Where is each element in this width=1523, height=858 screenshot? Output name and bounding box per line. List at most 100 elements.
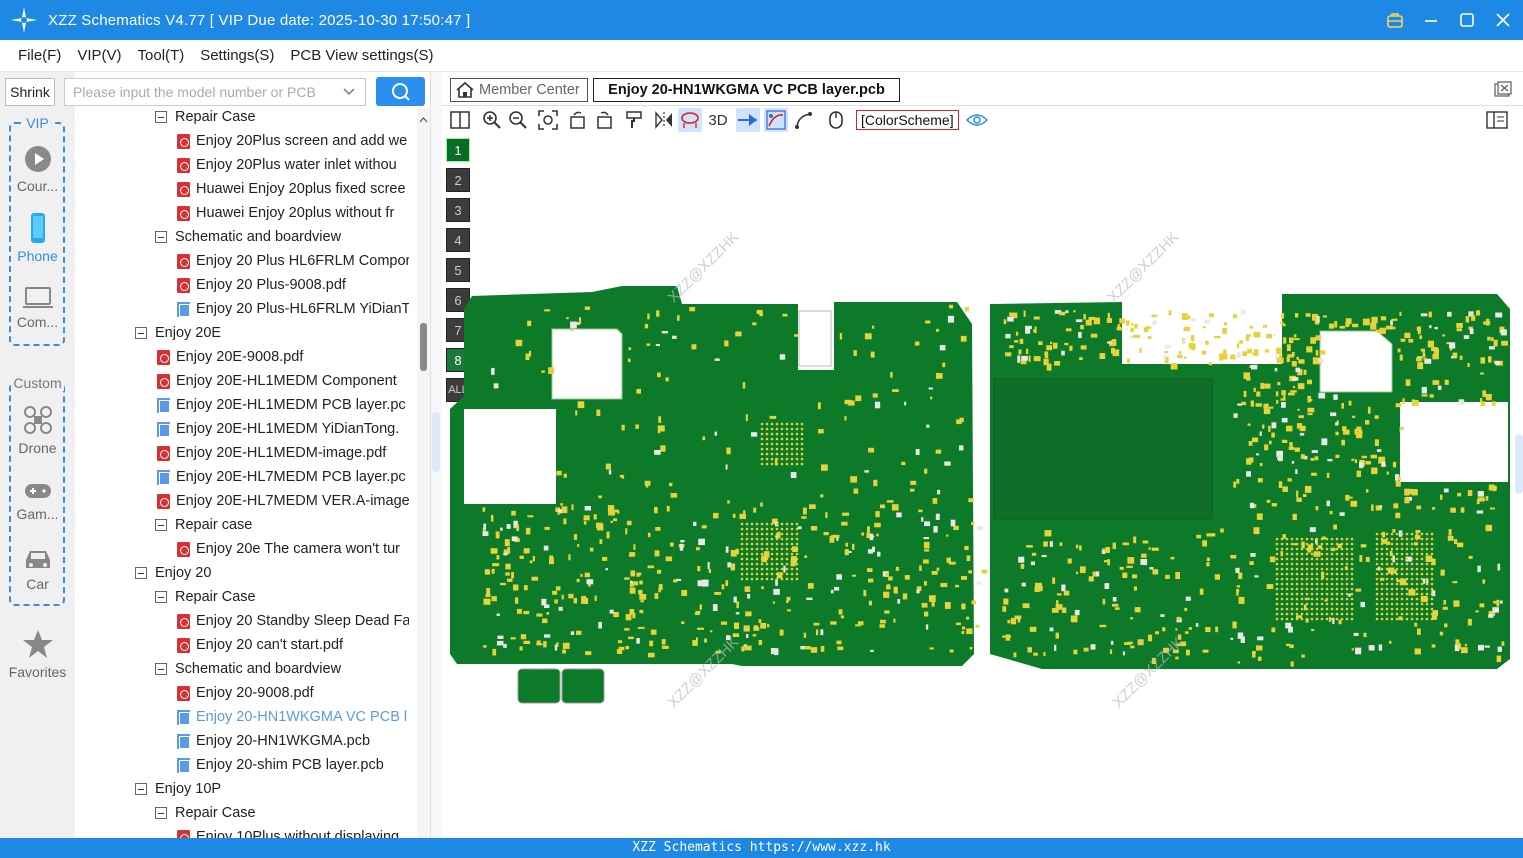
pcb-pad[interactable] (1249, 561, 1254, 565)
pcb-pad[interactable] (605, 568, 609, 571)
pcb-pad[interactable] (1304, 485, 1312, 493)
pcb-pad[interactable] (1253, 387, 1256, 392)
pcb-pad[interactable] (1395, 481, 1401, 487)
pcb-pad[interactable] (1404, 497, 1410, 504)
tree-file[interactable]: Enjoy 20-HN1WKGMA.pcb (177, 729, 409, 753)
pcb-pad[interactable] (1309, 527, 1316, 533)
pcb-pad[interactable] (890, 371, 893, 378)
pcb-pad[interactable] (720, 621, 728, 625)
pcb-pad[interactable] (1236, 585, 1241, 588)
pcb-pad[interactable] (935, 449, 942, 454)
pcb-pad[interactable] (1333, 394, 1338, 400)
pcb-pad[interactable] (1422, 350, 1425, 354)
pcb-pad[interactable] (949, 649, 954, 653)
pcb-pad[interactable] (923, 559, 929, 564)
pcb-pad[interactable] (1130, 645, 1135, 649)
pcb-pad[interactable] (1365, 489, 1369, 493)
pcb-pad[interactable] (1188, 627, 1192, 630)
pcb-pad[interactable] (1495, 361, 1500, 365)
pcb-pad[interactable] (1456, 323, 1463, 328)
pcb-pad[interactable] (1017, 357, 1020, 363)
pcb-pad[interactable] (1256, 391, 1261, 397)
pcb-pad[interactable] (594, 595, 597, 601)
pcb-pad[interactable] (1106, 318, 1112, 323)
pcb-pad[interactable] (1164, 354, 1167, 361)
pcb-pad[interactable] (613, 518, 618, 522)
pcb-pad[interactable] (696, 547, 700, 551)
pcb-pad[interactable] (639, 594, 647, 600)
pcb-pad[interactable] (1437, 385, 1442, 390)
pcb-pad[interactable] (1264, 444, 1269, 451)
pcb-pad[interactable] (1202, 649, 1209, 653)
pcb-pad[interactable] (739, 513, 746, 519)
pcb-pad[interactable] (1485, 393, 1492, 401)
pcb-pad[interactable] (1202, 540, 1207, 547)
pcb-pad[interactable] (1318, 358, 1324, 363)
pcb-pad[interactable] (1363, 632, 1367, 638)
pcb-pad[interactable] (1183, 339, 1186, 345)
pcb-pad[interactable] (1303, 494, 1307, 497)
color-scheme-button[interactable]: [ColorScheme] (856, 110, 959, 130)
pcb-pad[interactable] (1236, 343, 1240, 349)
pcb-pad[interactable] (1122, 542, 1130, 546)
pcb-pad[interactable] (1148, 547, 1151, 550)
pcb-pad[interactable] (956, 419, 962, 425)
pcb-pad[interactable] (1067, 558, 1072, 564)
pcb-pad[interactable] (1417, 628, 1421, 635)
pcb-pad[interactable] (1005, 333, 1011, 339)
pcb-pad[interactable] (657, 569, 662, 574)
pcb-pad[interactable] (630, 570, 636, 577)
pcb-pad[interactable] (1059, 311, 1066, 316)
pcb-pad[interactable] (525, 527, 531, 535)
pcb-pad[interactable] (513, 584, 519, 591)
pcb-pad[interactable] (523, 610, 530, 615)
pcb-pad[interactable] (627, 358, 631, 363)
pcb-pad[interactable] (919, 565, 922, 571)
pcb-pad[interactable] (1315, 506, 1319, 511)
pcb-pad[interactable] (736, 601, 739, 609)
maximize-button[interactable] (1455, 8, 1479, 32)
pcb-pad[interactable] (1444, 379, 1449, 385)
pcb-pad[interactable] (1199, 588, 1204, 595)
pcb-pad[interactable] (1497, 563, 1501, 571)
pcb-pad[interactable] (1278, 456, 1283, 462)
pcb-pad[interactable] (578, 317, 582, 325)
pcb-pad[interactable] (1247, 423, 1251, 426)
pcb-pad[interactable] (655, 344, 660, 347)
pcb-pad[interactable] (1281, 417, 1288, 423)
pcb-pad[interactable] (937, 489, 941, 495)
pcb-pad[interactable] (1080, 324, 1084, 330)
pcb-pad[interactable] (1070, 615, 1078, 623)
pcb-pad[interactable] (809, 504, 816, 509)
pcb-pad[interactable] (1293, 386, 1296, 389)
pcb-pad[interactable] (1065, 310, 1069, 314)
pcb-pad[interactable] (1257, 636, 1264, 641)
pcb-pad[interactable] (1348, 400, 1352, 406)
pcb-pad[interactable] (1224, 322, 1228, 326)
pcb-pad[interactable] (924, 611, 929, 617)
pcb-pad[interactable] (745, 414, 748, 421)
pcb-pad[interactable] (1371, 467, 1378, 475)
pcb-pad[interactable] (629, 587, 636, 594)
pcb-pad[interactable] (1033, 356, 1041, 362)
pcb-pad[interactable] (892, 389, 899, 392)
pcb-pad[interactable] (1056, 600, 1059, 606)
pcb-pad[interactable] (1310, 458, 1315, 461)
pcb-pad[interactable] (1195, 623, 1199, 627)
pcb-pad[interactable] (577, 401, 585, 409)
pcb-pad[interactable] (925, 320, 931, 324)
pcb-pad[interactable] (929, 647, 934, 650)
pcb-pad[interactable] (803, 507, 807, 515)
pcb-pad[interactable] (1126, 565, 1133, 568)
pcb-pad[interactable] (482, 507, 486, 512)
pcb-pad[interactable] (1501, 340, 1508, 346)
tree-file[interactable]: Enjoy 20-shim PCB layer.pcb (177, 753, 409, 777)
pcb-pad[interactable] (1460, 507, 1465, 513)
measure-curve-icon[interactable] (792, 108, 816, 132)
pcb-pad[interactable] (1251, 364, 1258, 370)
pcb-pad[interactable] (1392, 461, 1397, 468)
pcb-pad[interactable] (1090, 644, 1096, 650)
pcb-pad[interactable] (496, 640, 504, 646)
pcb-pad[interactable] (1112, 349, 1120, 357)
pcb-pad[interactable] (1054, 644, 1057, 651)
